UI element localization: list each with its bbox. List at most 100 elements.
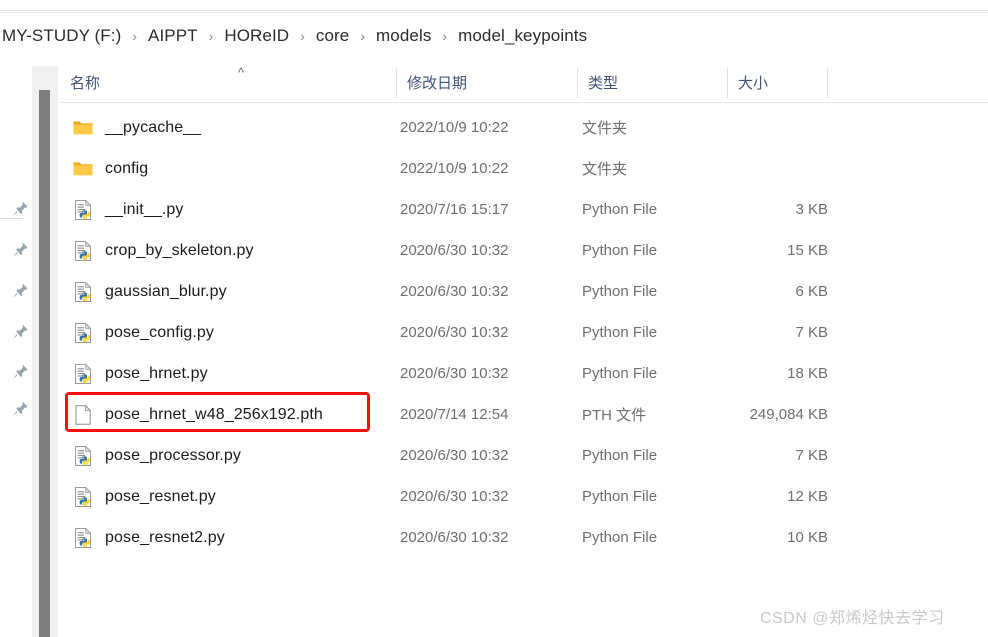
file-type-cell: 文件夹	[582, 161, 628, 178]
navigation-pane	[0, 48, 32, 637]
file-size-cell: 12 KB	[787, 488, 828, 505]
python-file-icon	[75, 240, 92, 261]
column-header-type[interactable]: 类型	[578, 62, 727, 102]
file-date-modified-cell: 2020/6/30 10:32	[400, 242, 509, 259]
table-row[interactable]: __pycache__ 2022/10/9 10:22 文件夹	[60, 107, 988, 148]
table-row[interactable]: __init__.py 2020/7/16 15:17 Python File 3 K…	[60, 189, 988, 230]
file-size-cell: 7 KB	[795, 324, 828, 341]
file-size-cell	[660, 148, 828, 189]
table-row[interactable]: pose_resnet2.py 2020/6/30 10:32 Python Fil…	[60, 517, 988, 558]
file-type-cell: Python File	[582, 283, 658, 300]
breadcrumb-item-0[interactable]: MY-STUDY (F:)	[0, 25, 123, 47]
file-date-modified-cell: 2020/6/30 10:32	[400, 324, 509, 341]
file-name-cell[interactable]: config	[72, 148, 148, 189]
pin-icon[interactable]	[11, 323, 29, 341]
table-row[interactable]: crop_by_skeleton.py 2020/6/30 10:32 Python…	[60, 230, 988, 271]
column-header-size-label: 大小	[738, 74, 769, 92]
pin-icon[interactable]	[11, 363, 29, 381]
column-header-size[interactable]: 大小	[728, 62, 827, 102]
file-size-cell: 6 KB	[795, 283, 828, 300]
breadcrumb-item-4[interactable]: models	[374, 25, 433, 47]
python-file-icon	[75, 445, 92, 466]
file-date-modified-cell: 2020/6/30 10:32	[400, 529, 509, 546]
column-header-name-label: 名称	[70, 74, 101, 92]
file-name-label: pose_hrnet_w48_256x192.pth	[105, 405, 323, 423]
file-type-cell: Python File	[582, 324, 658, 341]
window-top-divider	[0, 10, 988, 11]
file-date-modified-cell: 2020/6/30 10:32	[400, 488, 509, 505]
file-name-cell[interactable]: crop_by_skeleton.py	[72, 230, 254, 271]
table-row[interactable]: pose_hrnet_w48_256x192.pth 2020/7/14 12:5…	[60, 394, 988, 435]
pin-icon[interactable]	[11, 400, 29, 418]
file-name-cell[interactable]: pose_hrnet_w48_256x192.pth	[72, 394, 323, 435]
pin-icon[interactable]	[11, 200, 29, 218]
file-size-cell: 7 KB	[795, 447, 828, 464]
file-name-cell[interactable]: __init__.py	[72, 189, 184, 230]
file-date-modified-cell: 2020/6/30 10:32	[400, 365, 509, 382]
breadcrumb-separator: ›	[132, 28, 138, 44]
sort-ascending-icon: ^	[238, 65, 245, 80]
pin-icon[interactable]	[11, 282, 29, 300]
column-header-name[interactable]: 名称 ^	[60, 62, 396, 102]
file-name-label: crop_by_skeleton.py	[105, 241, 254, 259]
file-name-label: pose_config.py	[105, 323, 215, 341]
file-name-label: __pycache__	[105, 118, 202, 136]
python-file-icon	[75, 281, 92, 302]
column-header-type-label: 类型	[588, 74, 619, 92]
file-name-cell[interactable]: pose_config.py	[72, 312, 214, 353]
column-header-date-modified-label: 修改日期	[407, 74, 468, 92]
file-date-modified-cell: 2020/6/30 10:32	[400, 447, 509, 464]
table-row[interactable]: pose_hrnet.py 2020/6/30 10:32 Python File 1…	[60, 353, 988, 394]
file-date-modified-cell: 2020/7/14 12:54	[400, 406, 509, 423]
table-row[interactable]: pose_processor.py 2020/6/30 10:32 Python F…	[60, 435, 988, 476]
python-file-icon	[75, 322, 92, 343]
file-type-cell: Python File	[582, 365, 658, 382]
file-name-cell[interactable]: pose_hrnet.py	[72, 353, 208, 394]
file-type-cell: Python File	[582, 201, 658, 218]
breadcrumb-item-3[interactable]: core	[314, 25, 351, 47]
column-separator-4[interactable]	[827, 68, 828, 98]
file-name-label: config	[105, 159, 149, 177]
file-type-cell: Python File	[582, 447, 658, 464]
generic-file-icon	[75, 404, 92, 425]
file-date-modified-cell: 2020/7/16 15:17	[400, 201, 509, 218]
folder-icon	[73, 121, 93, 134]
file-name-cell[interactable]: gaussian_blur.py	[72, 271, 227, 312]
breadcrumb-item-1[interactable]: AIPPT	[146, 25, 200, 47]
table-row[interactable]: gaussian_blur.py 2020/6/30 10:32 Python Fi…	[60, 271, 988, 312]
file-type-cell: Python File	[582, 529, 658, 546]
file-type-cell: 文件夹	[582, 120, 628, 137]
file-name-cell[interactable]: pose_processor.py	[72, 435, 241, 476]
file-date-modified-cell: 2022/10/9 10:22	[400, 160, 509, 177]
file-size-cell: 15 KB	[787, 242, 828, 259]
file-size-cell: 18 KB	[787, 365, 828, 382]
column-header-underline	[60, 102, 988, 103]
table-row[interactable]: config 2022/10/9 10:22 文件夹	[60, 148, 988, 189]
file-type-cell: PTH 文件	[582, 407, 647, 424]
file-name-label: gaussian_blur.py	[105, 282, 227, 300]
table-row[interactable]: pose_config.py 2020/6/30 10:32 Python File…	[60, 312, 988, 353]
column-header-bar: 名称 ^ 修改日期 类型 大小	[60, 62, 988, 102]
python-file-icon	[75, 363, 92, 384]
navigation-scrollbar-thumb[interactable]	[39, 90, 50, 637]
file-name-cell[interactable]: __pycache__	[72, 107, 201, 148]
breadcrumb-item-5[interactable]: model_keypoints	[456, 25, 589, 47]
file-size-cell	[660, 107, 828, 148]
python-file-icon	[75, 486, 92, 507]
table-row[interactable]: pose_resnet.py 2020/6/30 10:32 Python File…	[60, 476, 988, 517]
file-name-cell[interactable]: pose_resnet.py	[72, 476, 216, 517]
file-type-cell: Python File	[582, 242, 658, 259]
pin-icon[interactable]	[11, 241, 29, 259]
file-type-cell: Python File	[582, 488, 658, 505]
column-header-date-modified[interactable]: 修改日期	[397, 62, 577, 102]
breadcrumb-separator: ›	[442, 28, 448, 44]
file-size-cell: 10 KB	[787, 529, 828, 546]
file-list-region: 名称 ^ 修改日期 类型 大小 __pycache__ 2022/10/9 10:…	[60, 48, 988, 637]
file-name-cell[interactable]: pose_resnet2.py	[72, 517, 225, 558]
breadcrumb-separator: ›	[360, 28, 366, 44]
breadcrumb-item-2[interactable]: HOReID	[222, 25, 291, 47]
python-file-icon	[75, 527, 92, 548]
breadcrumb[interactable]: MY-STUDY (F:) › AIPPT › HOReID › core › models › m…	[0, 22, 589, 50]
python-file-icon	[75, 199, 92, 220]
file-size-cell: 3 KB	[795, 201, 828, 218]
